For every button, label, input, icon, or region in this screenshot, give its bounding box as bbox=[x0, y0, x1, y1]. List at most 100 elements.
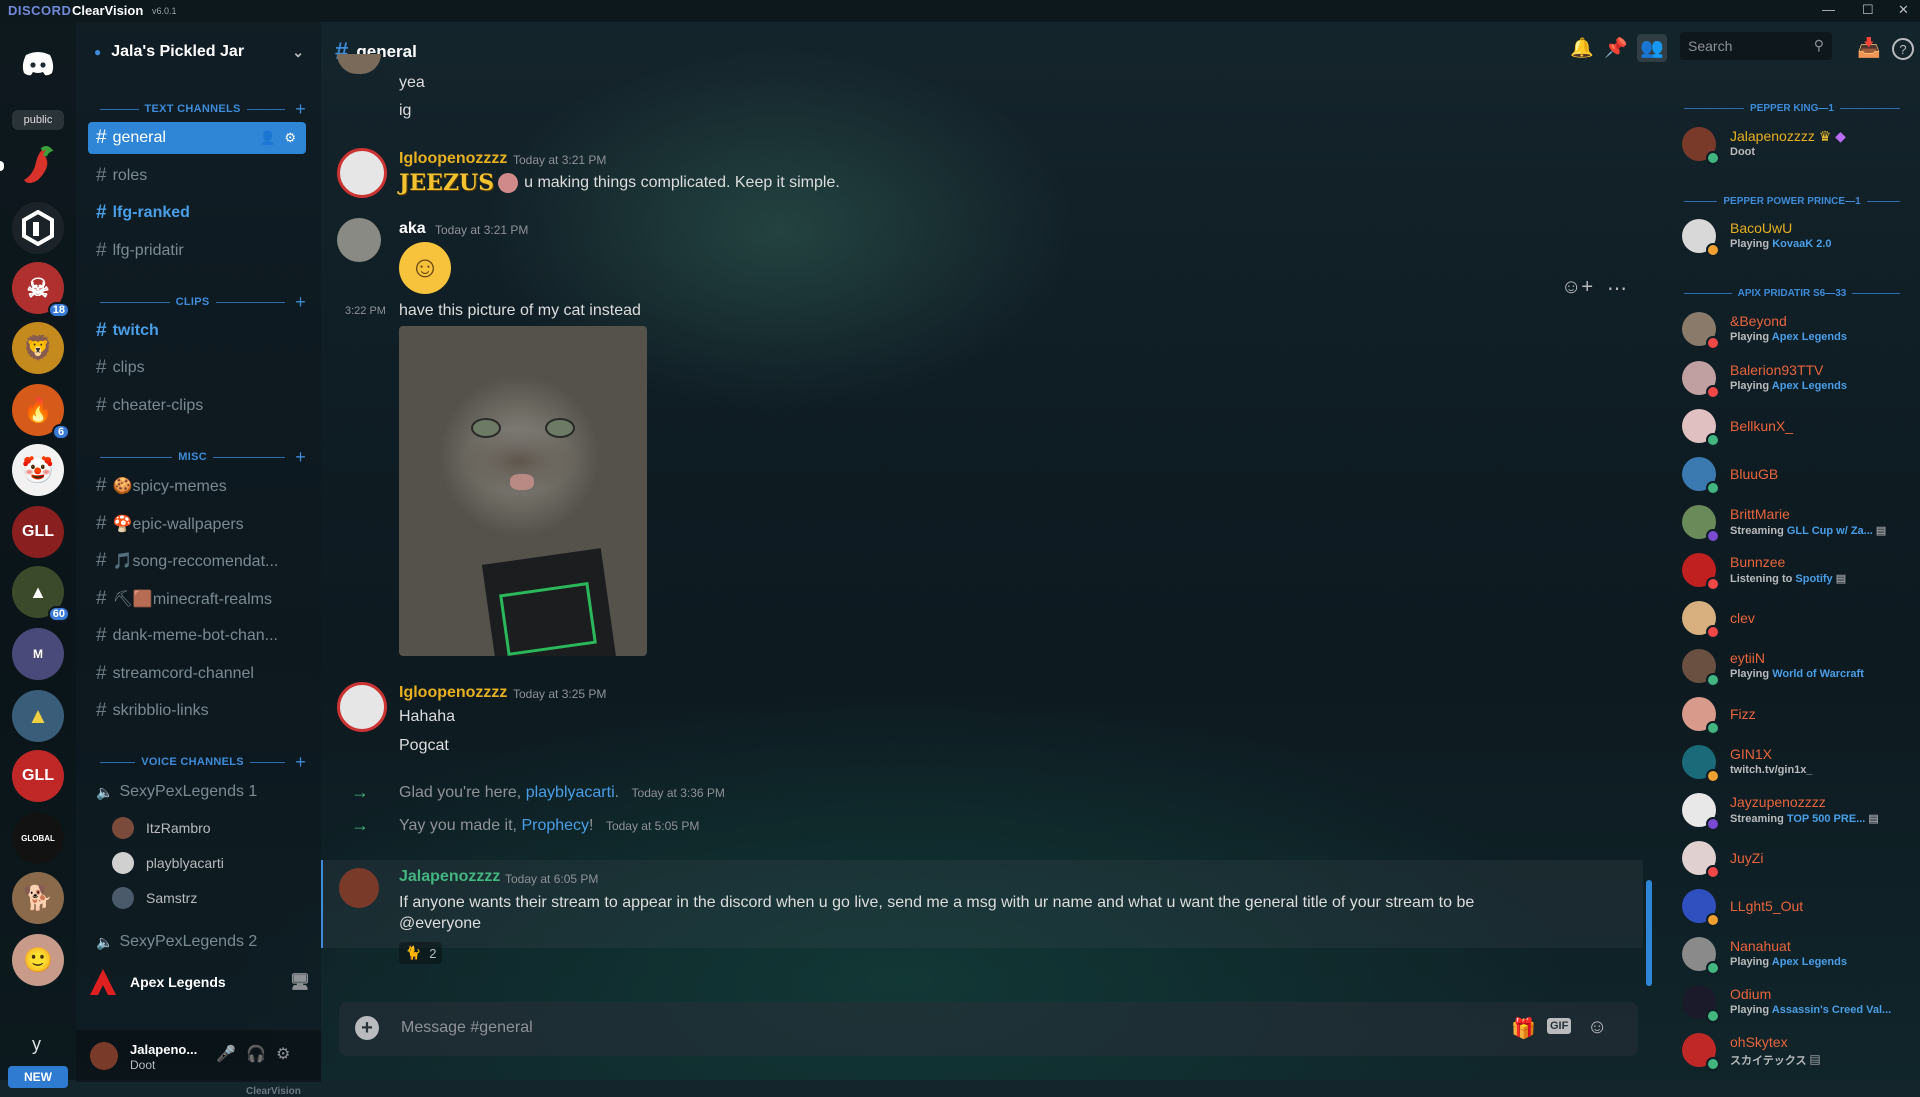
user-mention[interactable]: Prophecy bbox=[521, 817, 589, 834]
message-author[interactable]: aka bbox=[399, 220, 426, 238]
settings-icon[interactable]: ⚙ bbox=[276, 1044, 290, 1064]
add-channel-icon[interactable]: + bbox=[295, 447, 306, 468]
guild-folder-icon[interactable]: ▲ 60 bbox=[12, 566, 70, 622]
gif-button[interactable]: GIF bbox=[1547, 1018, 1572, 1034]
channel-minecraft-realms[interactable]: # ⛏🟫minecraft-realms bbox=[88, 583, 306, 615]
channel-song-reccomendations[interactable]: # 🎵song-reccomendat... bbox=[88, 545, 306, 577]
chevron-down-icon[interactable]: ⌄ bbox=[292, 44, 304, 61]
member-item[interactable]: clev bbox=[1676, 598, 1916, 639]
bell-icon[interactable]: 🔔 bbox=[1570, 36, 1594, 60]
maximize-icon[interactable]: ☐ bbox=[1862, 2, 1874, 18]
channel-dank-meme-bot[interactable]: # dank-meme-bot-chan... bbox=[88, 620, 306, 652]
member-item[interactable]: BacoUwU Playing KovaaK 2.0 bbox=[1676, 216, 1916, 257]
gear-icon[interactable]: ⚙ bbox=[284, 130, 296, 146]
message-author[interactable]: Igloopenozzzz bbox=[399, 150, 507, 168]
chat-scrollbar[interactable] bbox=[1646, 880, 1652, 986]
avatar[interactable] bbox=[339, 868, 379, 908]
channel-cheater-clips[interactable]: # cheater-clips bbox=[88, 390, 306, 422]
server-header[interactable]: ● Jala's Pickled Jar ⌄ bbox=[94, 38, 304, 66]
inbox-icon[interactable]: 📥 bbox=[1857, 36, 1881, 60]
everyone-mention[interactable]: @everyone bbox=[399, 915, 481, 933]
member-list-icon[interactable]: 👥 bbox=[1637, 34, 1667, 62]
member-item[interactable]: Balerion93TTV Playing Apex Legends bbox=[1676, 358, 1916, 399]
message-author[interactable]: Igloopenozzzz bbox=[399, 684, 507, 702]
avatar[interactable] bbox=[337, 682, 387, 732]
member-item[interactable]: GIN1X twitch.tv/gin1x_ bbox=[1676, 742, 1916, 783]
user-mention[interactable]: playblyacarti bbox=[526, 784, 615, 801]
guild-mascot-icon[interactable]: 🔥 6 bbox=[12, 384, 70, 440]
add-channel-icon[interactable]: + bbox=[295, 752, 306, 773]
member-item[interactable]: Nanahuat Playing Apex Legends bbox=[1676, 934, 1916, 975]
member-item[interactable]: ohSkytex スカイテックス ▤ bbox=[1676, 1030, 1916, 1071]
channel-spicy-memes[interactable]: # 🍪spicy-memes bbox=[88, 470, 306, 502]
add-channel-icon[interactable]: + bbox=[295, 292, 306, 313]
message-input[interactable]: + Message #general 🎁 GIF ☺ bbox=[339, 1002, 1638, 1056]
voice-channel-1[interactable]: 🔈 SexyPexLegends 1 bbox=[88, 776, 306, 808]
member-item[interactable]: BrittMarie Streaming GLL Cup w/ Za... ▤ bbox=[1676, 502, 1916, 543]
guild-skull-icon[interactable]: ☠ 18 bbox=[12, 262, 70, 318]
voice-user[interactable]: Samstrz bbox=[112, 886, 197, 910]
search-input[interactable]: Search ⚲ bbox=[1680, 32, 1832, 60]
emoji-picker-icon[interactable]: ☺ bbox=[1587, 1016, 1607, 1039]
channel-lfg-ranked[interactable]: # lfg-ranked bbox=[88, 197, 306, 229]
guild-dog-icon[interactable]: 🐕 bbox=[12, 872, 64, 924]
voice-channel-2[interactable]: 🔈 SexyPexLegends 2 bbox=[88, 926, 306, 958]
avatar[interactable] bbox=[337, 148, 387, 198]
channel-epic-wallpapers[interactable]: # 🍄epic-wallpapers bbox=[88, 508, 306, 540]
add-reaction-icon[interactable]: ☺+ bbox=[1561, 276, 1593, 299]
pin-icon[interactable]: 📌 bbox=[1604, 36, 1628, 60]
member-item[interactable]: eytiiN Playing World of Warcraft bbox=[1676, 646, 1916, 687]
gift-icon[interactable]: 🎁 bbox=[1511, 1016, 1536, 1041]
screen-share-icon[interactable]: 🖥 bbox=[290, 972, 310, 992]
avatar[interactable] bbox=[337, 218, 381, 262]
guild-m-icon[interactable]: M bbox=[12, 628, 64, 680]
guild-triforce-icon[interactable]: ▲ bbox=[12, 690, 64, 742]
mic-icon[interactable]: 🎤 bbox=[216, 1044, 236, 1064]
member-item[interactable]: BluuGB bbox=[1676, 454, 1916, 495]
guild-gll-red-icon[interactable]: GLL bbox=[12, 750, 64, 802]
member-item[interactable]: LLght5_Out bbox=[1676, 886, 1916, 927]
channel-clips[interactable]: # clips bbox=[88, 352, 306, 384]
category-voice-channels[interactable]: VOICE CHANNELS + bbox=[94, 752, 306, 772]
member-item[interactable]: Odium Playing Assassin's Creed Val... bbox=[1676, 982, 1916, 1023]
guild-clown-icon[interactable]: 🤡 bbox=[12, 444, 64, 496]
more-options-icon[interactable]: ⋯ bbox=[1607, 276, 1627, 301]
add-channel-icon[interactable]: + bbox=[295, 99, 306, 120]
channel-skribblio-links[interactable]: # skribblio-links bbox=[88, 695, 306, 727]
member-item[interactable]: Bunnzee Listening to Spotify ▤ bbox=[1676, 550, 1916, 591]
guild-hexagon-icon[interactable] bbox=[12, 202, 64, 254]
guild-lion-icon[interactable]: 🦁 bbox=[12, 322, 64, 374]
channel-roles[interactable]: # roles bbox=[88, 160, 306, 192]
channel-general[interactable]: # general 👤 ⚙ bbox=[88, 122, 306, 154]
cat-photo[interactable] bbox=[399, 326, 647, 656]
invite-icon[interactable]: 👤 bbox=[260, 130, 276, 146]
guild-gll-icon[interactable]: GLL bbox=[12, 506, 64, 558]
discord-home-icon[interactable] bbox=[12, 38, 64, 90]
message-author[interactable]: Jalapenozzzz bbox=[399, 868, 500, 886]
guild-global-series-icon[interactable]: GLOBAL bbox=[12, 812, 64, 864]
member-item[interactable]: JuyZi bbox=[1676, 838, 1916, 879]
member-item[interactable]: Fizz bbox=[1676, 694, 1916, 735]
channel-streamcord[interactable]: # streamcord-channel bbox=[88, 658, 306, 690]
member-item[interactable]: Jayzupenozzzz Streaming TOP 500 PRE... ▤ bbox=[1676, 790, 1916, 831]
category-text-channels[interactable]: TEXT CHANNELS + bbox=[94, 99, 306, 119]
member-item[interactable]: BellkunX_ bbox=[1676, 406, 1916, 447]
voice-user[interactable]: ItzRambro bbox=[112, 816, 211, 840]
avatar[interactable] bbox=[90, 1042, 118, 1070]
voice-user[interactable]: playblyacarti bbox=[112, 851, 224, 875]
guild-pepper-icon[interactable] bbox=[0, 140, 64, 192]
upload-plus-icon[interactable]: + bbox=[355, 1016, 379, 1040]
channel-twitch[interactable]: # twitch bbox=[88, 315, 306, 347]
new-button[interactable]: NEW bbox=[8, 1066, 68, 1088]
help-icon[interactable]: ? bbox=[1892, 38, 1914, 60]
member-item[interactable]: &Beyond Playing Apex Legends bbox=[1676, 309, 1916, 350]
member-item[interactable]: Jalapenozzzz ♛ ◆ Doot bbox=[1676, 124, 1916, 165]
guild-face-icon[interactable]: 🙂 bbox=[12, 934, 64, 986]
minimize-icon[interactable]: — bbox=[1822, 2, 1835, 17]
headphones-icon[interactable]: 🎧 bbox=[246, 1044, 266, 1064]
reaction[interactable]: 🐈 2 bbox=[399, 942, 443, 964]
category-clips[interactable]: CLIPS + bbox=[94, 292, 306, 312]
category-misc[interactable]: MISC + bbox=[94, 447, 306, 467]
close-icon[interactable]: ✕ bbox=[1898, 2, 1909, 18]
channel-lfg-pridatir[interactable]: # lfg-pridatir bbox=[88, 235, 306, 267]
